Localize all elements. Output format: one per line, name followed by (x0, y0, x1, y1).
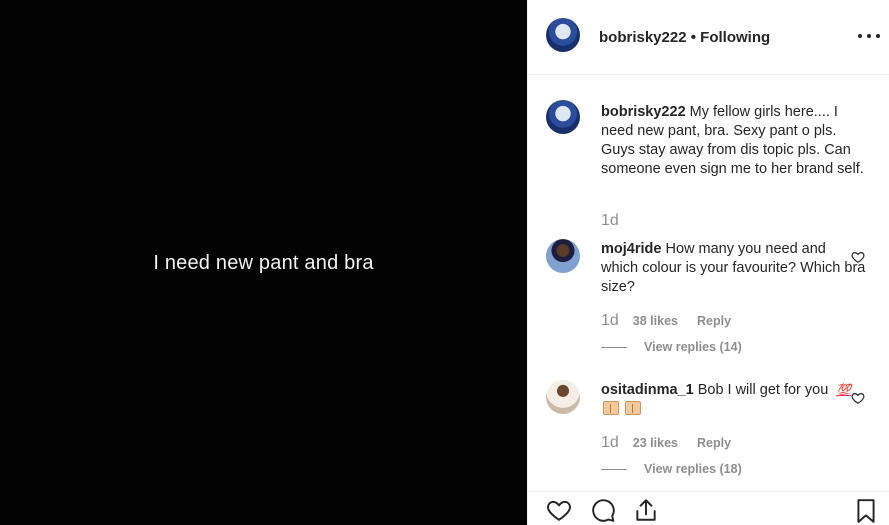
caption-timestamp[interactable]: 1d (601, 212, 619, 230)
view-replies-label: View replies (14) (644, 340, 742, 354)
comment-username[interactable]: ositadinma_1 (601, 382, 694, 398)
comment-reply-button[interactable]: Reply (697, 314, 731, 328)
comment-icon[interactable] (589, 497, 617, 523)
comment-body: Bob I will get for you (697, 382, 829, 398)
raised-hands-emoji-icon (603, 401, 619, 415)
view-replies-label: View replies (18) (644, 462, 742, 476)
comment-meta: 1d 38 likes Reply (601, 312, 731, 330)
more-options-icon[interactable] (858, 26, 880, 46)
commenter-avatar[interactable] (546, 239, 580, 273)
comment-timestamp[interactable]: 1d (601, 434, 619, 452)
media-caption-text: I need new pant and bra (153, 252, 374, 274)
comment-text: ositadinma_1 Bob I will get for you 💯 (601, 381, 866, 419)
share-icon[interactable] (632, 497, 660, 523)
author-avatar[interactable] (546, 18, 580, 52)
view-replies-button[interactable]: View replies (18) (601, 462, 742, 476)
comment-like-heart-icon[interactable] (851, 391, 865, 405)
replies-divider-line (601, 346, 627, 348)
post-header: bobrisky222 • Following (528, 0, 889, 75)
post-details-panel: bobrisky222 • Following bobrisky222 My f… (527, 0, 889, 525)
author-username[interactable]: bobrisky222 (599, 29, 687, 46)
comment-timestamp[interactable]: 1d (601, 312, 619, 330)
view-replies-button[interactable]: View replies (14) (601, 340, 742, 354)
replies-divider-line (601, 468, 627, 470)
caption-meta: 1d (601, 212, 619, 230)
post-action-bar (528, 491, 889, 525)
post-media[interactable]: I need new pant and bra (0, 0, 527, 525)
heart-icon[interactable] (545, 497, 573, 523)
commenter-avatar[interactable] (546, 380, 580, 414)
author-line: bobrisky222 • Following (599, 29, 770, 46)
comment-text: moj4ride How many you need and which col… (601, 240, 866, 297)
bookmark-icon[interactable] (853, 497, 879, 525)
caption-avatar[interactable] (546, 100, 580, 134)
comment-likes-count[interactable]: 23 likes (633, 436, 678, 450)
caption-text: bobrisky222 My fellow girls here.... I n… (601, 103, 866, 179)
caption-username[interactable]: bobrisky222 (601, 104, 686, 120)
following-button[interactable]: Following (700, 29, 770, 46)
hundred-points-emoji: 💯 (836, 383, 852, 397)
comment-likes-count[interactable]: 38 likes (633, 314, 678, 328)
comment-meta: 1d 23 likes Reply (601, 434, 731, 452)
comment-like-heart-icon[interactable] (851, 250, 865, 264)
comment-username[interactable]: moj4ride (601, 241, 661, 257)
raised-hands-emoji-icon (625, 401, 642, 415)
comment-reply-button[interactable]: Reply (697, 436, 731, 450)
separator-dot: • (690, 29, 696, 46)
